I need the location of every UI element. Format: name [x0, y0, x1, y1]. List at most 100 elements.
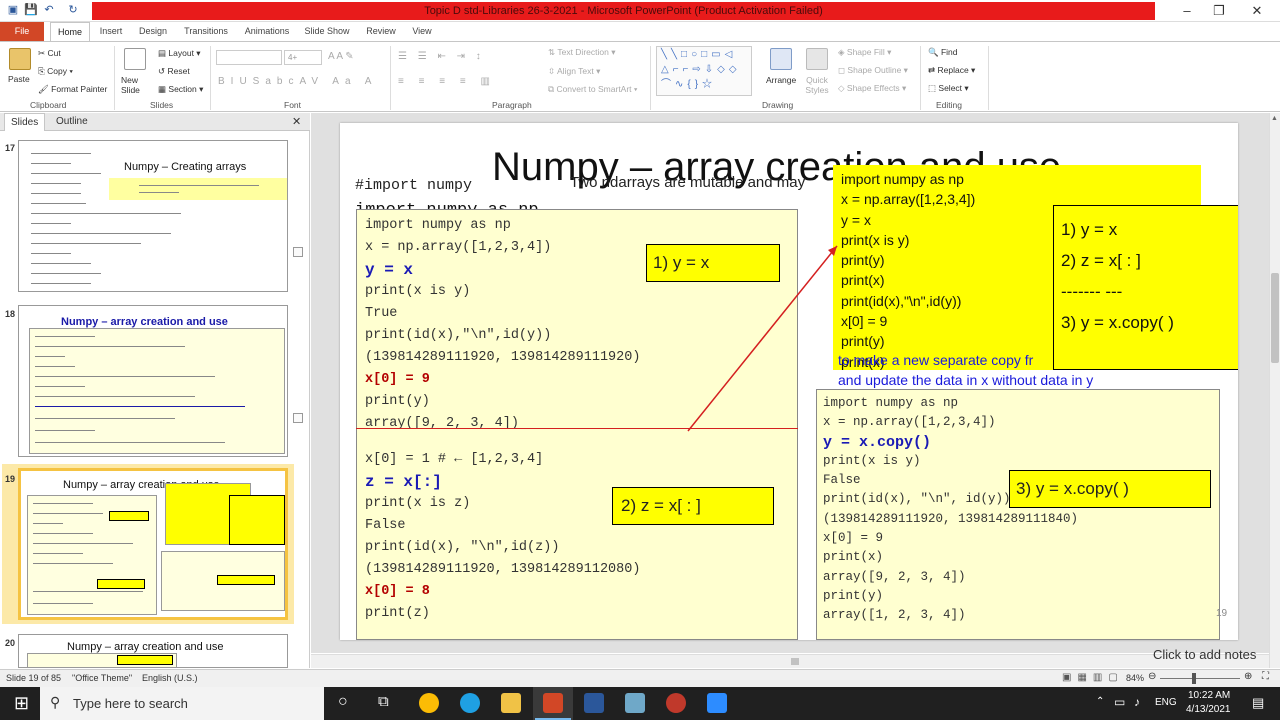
arrange-icon[interactable] — [770, 48, 792, 70]
task-view-icon[interactable]: ⧉ — [378, 693, 389, 710]
thumbnail-yellow-box — [229, 495, 285, 545]
app-icon[interactable] — [625, 693, 645, 713]
quick-styles-icon[interactable] — [806, 48, 828, 70]
paragraph-group-label: Paragraph — [492, 100, 532, 110]
notes-placeholder[interactable]: Click to add notes — [1153, 647, 1256, 662]
slide-thumbnail-17[interactable]: Numpy – Creating arrays — [18, 140, 288, 292]
tab-slides[interactable]: Slides — [4, 113, 46, 131]
font-name-field[interactable] — [216, 50, 282, 65]
new-slide-button[interactable]: New Slide — [121, 75, 149, 95]
language-indicator[interactable]: English (U.S.) — [142, 673, 198, 683]
scroll-up-icon[interactable]: ▲ — [1271, 115, 1278, 122]
powerpoint-icon[interactable] — [543, 693, 563, 713]
app-icon[interactable] — [666, 693, 686, 713]
font-size-field[interactable]: 4+ — [284, 50, 322, 65]
fit-to-window-icon[interactable]: ⛶ — [1262, 671, 1269, 682]
thumbnail-text-line — [139, 192, 179, 193]
tab-home[interactable]: Home — [50, 22, 90, 41]
zoom-in-icon[interactable]: ⊕ — [1244, 671, 1252, 682]
align-buttons[interactable]: ≡ ≡ ≡ ≡ ▥ — [398, 76, 496, 87]
tab-design[interactable]: Design — [136, 22, 170, 41]
convert-smartart-button[interactable]: ⧉ Convert to SmartArt ▾ — [548, 84, 637, 95]
zoom-out-icon[interactable]: ⊖ — [1148, 671, 1156, 682]
font-format-buttons[interactable]: BIUSabcAV Aa A — [218, 76, 377, 87]
tab-outline[interactable]: Outline — [50, 113, 94, 131]
chrome-icon[interactable] — [419, 693, 439, 713]
shapes-gallery[interactable]: ╲╲□○□▭◁ △⌐⌐⇨⇩◇◇ ⌒∿{}☆ — [656, 46, 752, 96]
thumbnail-text-line — [31, 233, 171, 234]
tab-view[interactable]: View — [408, 22, 436, 41]
copy-button[interactable]: ⎘ Copy ▾ — [38, 66, 73, 77]
shape-fill-button[interactable]: ◈ Shape Fill ▾ — [838, 47, 891, 58]
horizontal-scrollbar[interactable] — [311, 654, 1269, 668]
font-grow-shrink-buttons[interactable]: A A ✎ — [328, 51, 354, 62]
bullets-buttons[interactable]: ☰ ☰ ⇤ ⇥ ↕ — [398, 51, 485, 62]
shape-outline-button[interactable]: ◻ Shape Outline ▾ — [838, 65, 908, 76]
thumbnail-text-line — [35, 376, 215, 377]
clock-time[interactable]: 10:22 AM — [1188, 690, 1230, 701]
paste-icon[interactable] — [9, 48, 31, 70]
tab-animations[interactable]: Animations — [242, 22, 292, 41]
tab-slide-show[interactable]: Slide Show — [302, 22, 352, 41]
notifications-icon[interactable]: ▤ — [1252, 695, 1264, 711]
layout-button[interactable]: ▤ Layout ▾ — [158, 48, 201, 59]
select-button[interactable]: ⬚ Select ▾ — [928, 83, 969, 94]
tray-chevron-icon[interactable]: ⌃ — [1096, 696, 1104, 707]
new-slide-icon[interactable] — [124, 48, 146, 70]
zoom-slider-thumb[interactable] — [1192, 673, 1196, 684]
cut-button[interactable]: ✂ Cut — [38, 48, 61, 59]
arrow-line — [687, 245, 838, 432]
thumbnail-text-line — [33, 591, 143, 592]
clock-date[interactable]: 4/13/2021 — [1186, 704, 1231, 715]
thumbnail-text-line — [35, 430, 95, 431]
font-group-label: Font — [284, 100, 302, 110]
paste-button[interactable]: Paste — [8, 74, 30, 84]
replace-button[interactable]: ⇄ Replace ▾ — [928, 65, 975, 76]
thumbnail-text-line — [31, 263, 91, 264]
tab-review[interactable]: Review — [364, 22, 398, 41]
arrange-button[interactable]: Arrange — [766, 75, 796, 85]
align-text-button[interactable]: ⇳ Align Text ▾ — [548, 66, 600, 77]
save-icon[interactable]: 💾 — [24, 3, 38, 17]
network-icon[interactable]: ▭ — [1114, 695, 1125, 709]
format-painter-button[interactable]: 🖌 Format Painter — [38, 84, 107, 95]
input-language[interactable]: ENG — [1155, 697, 1177, 708]
reset-button[interactable]: ↺ Reset — [158, 66, 190, 77]
slide-thumbnail-20[interactable]: Numpy – array creation and use — [18, 634, 288, 668]
zoom-app-icon[interactable] — [707, 693, 727, 713]
thumbnail-text-line — [35, 336, 95, 337]
section-button[interactable]: ▦ Section ▾ — [158, 84, 203, 95]
text-direction-button[interactable]: ⇅ Text Direction ▾ — [548, 47, 615, 58]
tab-insert[interactable]: Insert — [96, 22, 126, 41]
search-box[interactable]: ⚲ Type here to search — [40, 687, 324, 720]
windows-start-icon[interactable]: ⊞ — [14, 693, 29, 714]
zoom-level[interactable]: 84% — [1126, 673, 1144, 683]
thumbnail-text-line — [33, 543, 133, 544]
find-button[interactable]: 🔍 Find — [928, 47, 958, 58]
vertical-scrollbar[interactable]: ▲ — [1269, 113, 1280, 668]
tab-file[interactable]: File — [0, 22, 44, 41]
view-buttons[interactable]: ▣▦▥▢ — [1062, 672, 1124, 683]
redo-icon[interactable]: ↻ — [66, 3, 80, 17]
close-pane-icon[interactable]: ✕ — [286, 113, 307, 131]
close-button[interactable]: ✕ — [1234, 0, 1280, 22]
quick-styles-button[interactable]: Quick Styles — [804, 75, 830, 95]
word-icon[interactable] — [584, 693, 604, 713]
edge-icon[interactable] — [460, 693, 480, 713]
cortana-icon[interactable]: ○ — [338, 693, 348, 711]
layout-label: Layout — [168, 48, 194, 58]
shape-effects-button[interactable]: ◇ Shape Effects ▾ — [838, 83, 906, 94]
slide-thumbnail-19[interactable]: Numpy – array creation and use — [18, 468, 288, 620]
volume-icon[interactable]: ♪ — [1134, 695, 1140, 709]
slide-thumbnail-18[interactable]: Numpy – array creation and use — [18, 305, 288, 457]
undo-icon[interactable]: ↶ — [42, 3, 56, 17]
scrollbar-thumb[interactable] — [1271, 273, 1279, 363]
ribbon: Paste ✂ Cut ⎘ Copy ▾ 🖌 Format Painter Cl… — [0, 41, 1280, 112]
slide-canvas[interactable]: Numpy – array creation and use Two ndarr… — [340, 123, 1238, 640]
scrollbar-thumb[interactable] — [791, 658, 799, 665]
file-explorer-icon[interactable] — [501, 693, 521, 713]
clipboard-group-label: Clipboard — [30, 100, 67, 110]
tab-transitions[interactable]: Transitions — [180, 22, 232, 41]
ribbon-divider — [920, 46, 921, 110]
zoom-slider[interactable] — [1160, 678, 1240, 679]
